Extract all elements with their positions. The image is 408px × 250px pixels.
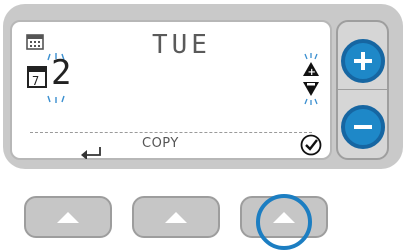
svg-text:+: + bbox=[308, 67, 316, 78]
up-down-arrows-icon: + bbox=[303, 53, 319, 105]
up-triangle-icon bbox=[57, 211, 79, 223]
bottom-center-button[interactable] bbox=[132, 196, 220, 238]
plus-icon bbox=[354, 52, 372, 70]
screen-divider bbox=[30, 132, 312, 133]
bottom-left-button[interactable] bbox=[24, 196, 112, 238]
calendar-icon bbox=[26, 34, 44, 50]
up-triangle-icon bbox=[165, 211, 187, 223]
day-number: 2 bbox=[51, 53, 72, 93]
copy-label: COPY bbox=[142, 136, 179, 151]
day-of-week: TUE bbox=[152, 30, 211, 60]
back-arrow-icon bbox=[81, 147, 101, 159]
minus-icon bbox=[354, 125, 372, 129]
minus-button[interactable] bbox=[341, 105, 385, 149]
side-panel-separator bbox=[338, 89, 387, 90]
plus-button[interactable] bbox=[341, 39, 385, 83]
lcd-screen: TUE 7 2 + COPY bbox=[10, 20, 332, 160]
svg-text:7: 7 bbox=[32, 74, 39, 88]
up-triangle-icon bbox=[273, 211, 295, 223]
bottom-right-button[interactable] bbox=[240, 196, 328, 238]
checkmark-icon bbox=[300, 134, 322, 156]
